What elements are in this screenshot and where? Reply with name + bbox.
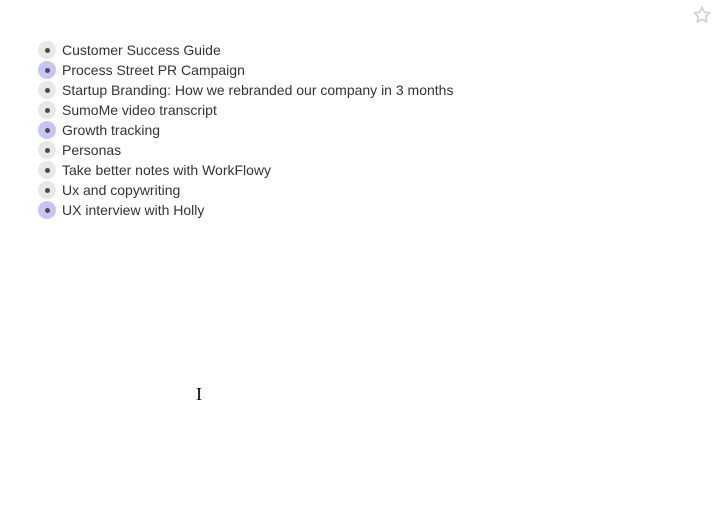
bullet-icon[interactable]	[38, 201, 56, 219]
list-item[interactable]: Personas	[38, 140, 717, 160]
item-label[interactable]: UX interview with Holly	[62, 200, 204, 220]
bullet-icon[interactable]	[38, 181, 56, 199]
item-label[interactable]: Take better notes with WorkFlowy	[62, 160, 271, 180]
outline-list: Customer Success Guide Process Street PR…	[0, 0, 717, 220]
text-cursor-icon: I	[196, 384, 202, 405]
item-label[interactable]: Process Street PR Campaign	[62, 60, 245, 80]
bullet-icon[interactable]	[38, 41, 56, 59]
list-item[interactable]: Startup Branding: How we rebranded our c…	[38, 80, 717, 100]
star-button[interactable]	[693, 6, 711, 27]
bullet-icon[interactable]	[38, 161, 56, 179]
list-item[interactable]: UX interview with Holly	[38, 200, 717, 220]
item-label[interactable]: SumoMe video transcript	[62, 100, 217, 120]
list-item[interactable]: Process Street PR Campaign	[38, 60, 717, 80]
item-label[interactable]: Customer Success Guide	[62, 40, 221, 60]
item-label[interactable]: Personas	[62, 140, 121, 160]
bullet-icon[interactable]	[38, 141, 56, 159]
list-item[interactable]: Growth tracking	[38, 120, 717, 140]
list-item[interactable]: SumoMe video transcript	[38, 100, 717, 120]
list-item[interactable]: Customer Success Guide	[38, 40, 717, 60]
list-item[interactable]: Take better notes with WorkFlowy	[38, 160, 717, 180]
list-item[interactable]: Ux and copywriting	[38, 180, 717, 200]
item-label[interactable]: Ux and copywriting	[62, 180, 180, 200]
item-label[interactable]: Startup Branding: How we rebranded our c…	[62, 80, 453, 100]
bullet-icon[interactable]	[38, 121, 56, 139]
bullet-icon[interactable]	[38, 101, 56, 119]
bullet-icon[interactable]	[38, 61, 56, 79]
item-label[interactable]: Growth tracking	[62, 120, 160, 140]
star-icon	[693, 6, 711, 24]
bullet-icon[interactable]	[38, 81, 56, 99]
